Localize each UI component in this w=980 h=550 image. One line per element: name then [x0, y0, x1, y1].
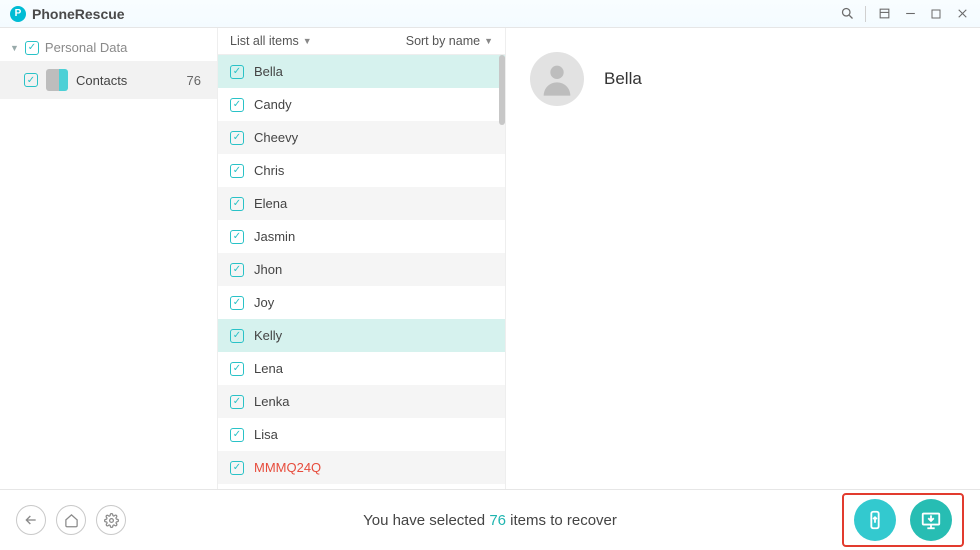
- list-row[interactable]: ✓ Jasmin: [218, 220, 505, 253]
- list-row[interactable]: ✓ Lenka: [218, 385, 505, 418]
- checkbox-icon[interactable]: ✓: [230, 428, 244, 442]
- list-row-name: Candy: [254, 97, 292, 112]
- list-row-name: Cheevy: [254, 130, 298, 145]
- menu-icon[interactable]: [876, 6, 892, 22]
- window-controls: [839, 6, 970, 22]
- list-row-name: Lenka: [254, 394, 289, 409]
- checkbox-icon[interactable]: ✓: [230, 131, 244, 145]
- main: ▼ ✓ Personal Data ✓ Contacts 76 List all…: [0, 28, 980, 490]
- checkbox-icon[interactable]: ✓: [230, 263, 244, 277]
- recover-to-computer-button[interactable]: [910, 499, 952, 541]
- checkbox-icon[interactable]: ✓: [230, 329, 244, 343]
- checkbox-icon[interactable]: ✓: [230, 164, 244, 178]
- list-row[interactable]: ✓ MMMQ24Q: [218, 451, 505, 484]
- home-button[interactable]: [56, 505, 86, 535]
- settings-button[interactable]: [96, 505, 126, 535]
- tree-root-personal-data[interactable]: ▼ ✓ Personal Data: [0, 34, 217, 61]
- app-title: PhoneRescue: [32, 6, 125, 22]
- minimize-icon[interactable]: [902, 6, 918, 22]
- detail-pane: Bella: [506, 28, 980, 489]
- list-row-name: Joy: [254, 295, 274, 310]
- footer: You have selected 76 items to recover: [0, 490, 980, 550]
- checkbox-icon[interactable]: ✓: [24, 73, 38, 87]
- app-logo-icon: P: [10, 6, 26, 22]
- list-row-name: Kelly: [254, 328, 282, 343]
- list-pane: List all items ▼ Sort by name ▼ ✓ Bella ✓ C…: [218, 28, 506, 489]
- list-row[interactable]: ✓ Joy: [218, 286, 505, 319]
- sort-dropdown[interactable]: Sort by name ▼: [406, 34, 493, 48]
- list-row-name: Elena: [254, 196, 287, 211]
- chevron-down-icon: ▼: [10, 43, 19, 53]
- title-left: P PhoneRescue: [10, 6, 125, 22]
- list-row-name: Jasmin: [254, 229, 295, 244]
- checkbox-icon[interactable]: ✓: [230, 362, 244, 376]
- list-filter-dropdown[interactable]: List all items ▼: [230, 34, 312, 48]
- list-row[interactable]: ✓ Bella: [218, 55, 505, 88]
- list-row[interactable]: ✓ Elena: [218, 187, 505, 220]
- list-row[interactable]: ✓ Cheevy: [218, 121, 505, 154]
- checkbox-icon[interactable]: ✓: [230, 395, 244, 409]
- footer-text-before: You have selected: [363, 512, 489, 529]
- list-row[interactable]: ✓ Lena: [218, 352, 505, 385]
- detail-contact-name: Bella: [604, 69, 642, 89]
- scrollbar-thumb[interactable]: [499, 55, 505, 125]
- checkbox-icon[interactable]: ✓: [230, 65, 244, 79]
- list-row-name: Lisa: [254, 427, 278, 442]
- sidebar-item-contacts[interactable]: ✓ Contacts 76: [0, 61, 217, 99]
- list-row-name: Bella: [254, 64, 283, 79]
- checkbox-icon[interactable]: ✓: [230, 230, 244, 244]
- list-row-name: MMMQ24Q: [254, 460, 321, 475]
- checkbox-icon[interactable]: ✓: [230, 296, 244, 310]
- list-filter-label: List all items: [230, 34, 299, 48]
- sidebar-item-label: Contacts: [76, 73, 127, 88]
- footer-left: [16, 505, 126, 535]
- checkbox-icon[interactable]: ✓: [25, 41, 39, 55]
- divider: [865, 6, 866, 22]
- titlebar: P PhoneRescue: [0, 0, 980, 28]
- list-row[interactable]: ✓ Chris: [218, 154, 505, 187]
- list-header: List all items ▼ Sort by name ▼: [218, 28, 505, 55]
- back-button[interactable]: [16, 505, 46, 535]
- chevron-down-icon: ▼: [303, 36, 312, 46]
- list-row[interactable]: ✓ Candy: [218, 88, 505, 121]
- list-row-name: Jhon: [254, 262, 282, 277]
- footer-actions-highlight: [842, 493, 964, 547]
- checkbox-icon[interactable]: ✓: [230, 461, 244, 475]
- sort-label: Sort by name: [406, 34, 480, 48]
- recover-to-device-button[interactable]: [854, 499, 896, 541]
- list-row-name: Lena: [254, 361, 283, 376]
- list-row[interactable]: ✓ Kelly: [218, 319, 505, 352]
- list-row-name: Chris: [254, 163, 284, 178]
- avatar: [530, 52, 584, 106]
- checkbox-icon[interactable]: ✓: [230, 197, 244, 211]
- footer-text-after: items to recover: [506, 512, 617, 529]
- sidebar-item-count: 76: [187, 73, 207, 88]
- checkbox-icon[interactable]: ✓: [230, 98, 244, 112]
- maximize-icon[interactable]: [928, 6, 944, 22]
- detail-header: Bella: [530, 52, 956, 106]
- list-body: ✓ Bella ✓ Candy ✓ Cheevy ✓ Chris ✓ Elena ✓ Jasmin ✓ J…: [218, 55, 505, 489]
- close-icon[interactable]: [954, 6, 970, 22]
- contacts-icon: [46, 69, 68, 91]
- footer-status: You have selected 76 items to recover: [363, 512, 617, 529]
- sidebar: ▼ ✓ Personal Data ✓ Contacts 76: [0, 28, 218, 489]
- list-row[interactable]: ✓ Jhon: [218, 253, 505, 286]
- tree-root-label: Personal Data: [45, 40, 127, 55]
- chevron-down-icon: ▼: [484, 36, 493, 46]
- footer-count: 76: [489, 512, 506, 529]
- search-icon[interactable]: [839, 6, 855, 22]
- list-row[interactable]: ✓ Lisa: [218, 418, 505, 451]
